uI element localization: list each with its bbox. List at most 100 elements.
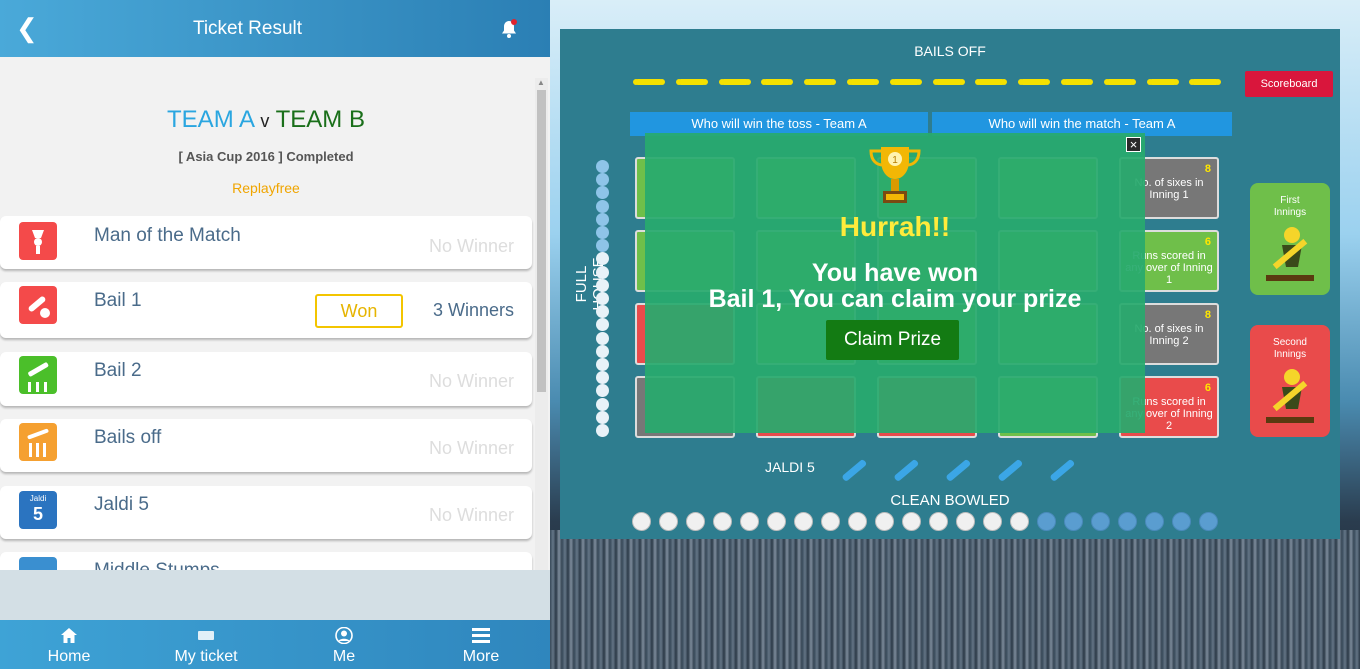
scrollbar-thumb[interactable] xyxy=(537,90,546,392)
full-house-dot xyxy=(596,278,609,292)
result-name: Bail 2 xyxy=(94,360,142,381)
full-house-dot xyxy=(596,186,609,200)
ball-icon xyxy=(1199,512,1218,531)
ball-icon xyxy=(902,512,921,531)
ball-icon xyxy=(1172,512,1191,531)
full-house-dot xyxy=(596,199,609,213)
first-innings-card[interactable]: First Innings xyxy=(1250,183,1330,295)
full-house-dot xyxy=(596,371,609,385)
tile-number: 6 xyxy=(1204,382,1211,394)
second-innings-label: Second Innings xyxy=(1273,337,1307,360)
nav-label: More xyxy=(462,648,500,665)
bail-icon xyxy=(974,73,1008,91)
page-title: Ticket Result xyxy=(192,18,303,39)
result-card-bail-1[interactable]: Bail 1 Won 3 Winners xyxy=(0,282,532,338)
bail-icon xyxy=(803,73,837,91)
bottom-nav: Home My ticket Me More xyxy=(0,620,550,669)
scroll-up-icon[interactable]: ▲ xyxy=(537,78,545,87)
won-badge: Won xyxy=(315,294,403,328)
full-house-dot xyxy=(596,344,609,358)
ball-icon xyxy=(983,512,1002,531)
second-innings-card[interactable]: Second Innings xyxy=(1250,325,1330,437)
claim-prize-button[interactable]: Claim Prize xyxy=(826,320,959,360)
ball-icon xyxy=(848,512,867,531)
ball-icon xyxy=(686,512,705,531)
full-house-dot xyxy=(596,239,609,253)
popup-line-2: Bail 1, You can claim your prize xyxy=(708,285,1082,313)
jaldi-5-label: JALDI 5 xyxy=(765,459,815,475)
bat-icon xyxy=(938,454,978,488)
tile-number: 6 xyxy=(1204,236,1211,248)
popup-message: You have won Bail 1, You can claim your … xyxy=(645,260,1145,312)
ball-icon xyxy=(1091,512,1110,531)
bat-icon xyxy=(990,454,1030,488)
nav-label: My ticket xyxy=(174,648,238,665)
stumps-icon xyxy=(19,356,57,394)
result-card-bail-2[interactable]: Bail 2 No Winner xyxy=(0,352,532,406)
clean-bowled-label: CLEAN BOWLED xyxy=(890,492,1010,509)
replay-link[interactable]: Replayfree xyxy=(0,180,532,196)
team-b: TEAM B xyxy=(275,106,365,133)
ball-icon xyxy=(659,512,678,531)
ball-icon xyxy=(1064,512,1083,531)
batsman-icon xyxy=(1266,227,1314,281)
result-status: 3 Winners xyxy=(432,300,514,320)
user-icon xyxy=(335,627,353,644)
close-icon[interactable]: × xyxy=(1126,137,1141,152)
result-card-bails-off[interactable]: Bails off No Winner xyxy=(0,419,532,472)
bails-off-icon xyxy=(19,423,57,461)
ball-icon xyxy=(1010,512,1029,531)
full-house-dot xyxy=(596,424,609,437)
result-name: Bail 1 xyxy=(94,290,142,311)
nav-more[interactable]: More xyxy=(448,620,514,669)
ball-icon xyxy=(875,512,894,531)
nav-me[interactable]: Me xyxy=(314,620,374,669)
result-card-man-of-match[interactable]: Man of the Match No Winner xyxy=(0,216,532,269)
result-status: No Winner xyxy=(428,371,514,391)
ball-icon xyxy=(821,512,840,531)
full-house-dot xyxy=(596,305,609,319)
bail-icon xyxy=(1146,73,1180,91)
full-house-dot xyxy=(596,397,609,411)
full-house-dot xyxy=(596,331,609,345)
full-house-dot xyxy=(596,410,609,424)
ball-icon xyxy=(929,512,948,531)
full-house-dot xyxy=(596,226,609,239)
scrollbar[interactable]: ▲ xyxy=(535,78,548,570)
tile-number: 8 xyxy=(1204,309,1211,321)
content-footer-band xyxy=(0,570,550,620)
jaldi-icon-number: 5 xyxy=(32,504,43,524)
ball-icon xyxy=(767,512,786,531)
ball-icon xyxy=(1118,512,1137,531)
bat-icon xyxy=(1042,454,1082,488)
ball-icon xyxy=(632,512,651,531)
bail-icon xyxy=(1017,73,1051,91)
nav-my-ticket[interactable]: My ticket xyxy=(165,620,247,669)
result-card-jaldi-5[interactable]: Jaldi 5 Jaldi 5 No Winner xyxy=(0,486,532,539)
bat-icon xyxy=(886,454,926,488)
scoreboard-button[interactable]: Scoreboard xyxy=(1245,71,1333,97)
result-name: Bails off xyxy=(94,427,162,448)
bail-icon xyxy=(889,73,923,91)
nav-home[interactable]: Home xyxy=(30,620,108,669)
bail-icon xyxy=(1060,73,1094,91)
team-a: TEAM A xyxy=(167,106,254,133)
trophy-icon: 1 xyxy=(869,147,921,203)
bell-icon[interactable] xyxy=(498,18,520,40)
result-status: No Winner xyxy=(428,236,514,256)
full-house-dot xyxy=(596,292,609,305)
batsman-icon xyxy=(1266,369,1314,423)
versus: v xyxy=(260,111,270,131)
home-icon xyxy=(61,628,77,643)
top-bar: ❮ Ticket Result xyxy=(0,0,550,57)
full-house-dot xyxy=(596,384,609,398)
ticket-icon xyxy=(198,631,214,640)
full-house-dot xyxy=(596,265,609,279)
bail-icon xyxy=(718,73,752,91)
ball-icon xyxy=(1145,512,1164,531)
result-status: No Winner xyxy=(428,505,514,525)
bat-ball-icon xyxy=(19,286,57,324)
menu-icon xyxy=(472,628,490,643)
bail-icon xyxy=(846,73,880,91)
man-of-match-icon xyxy=(19,222,57,260)
